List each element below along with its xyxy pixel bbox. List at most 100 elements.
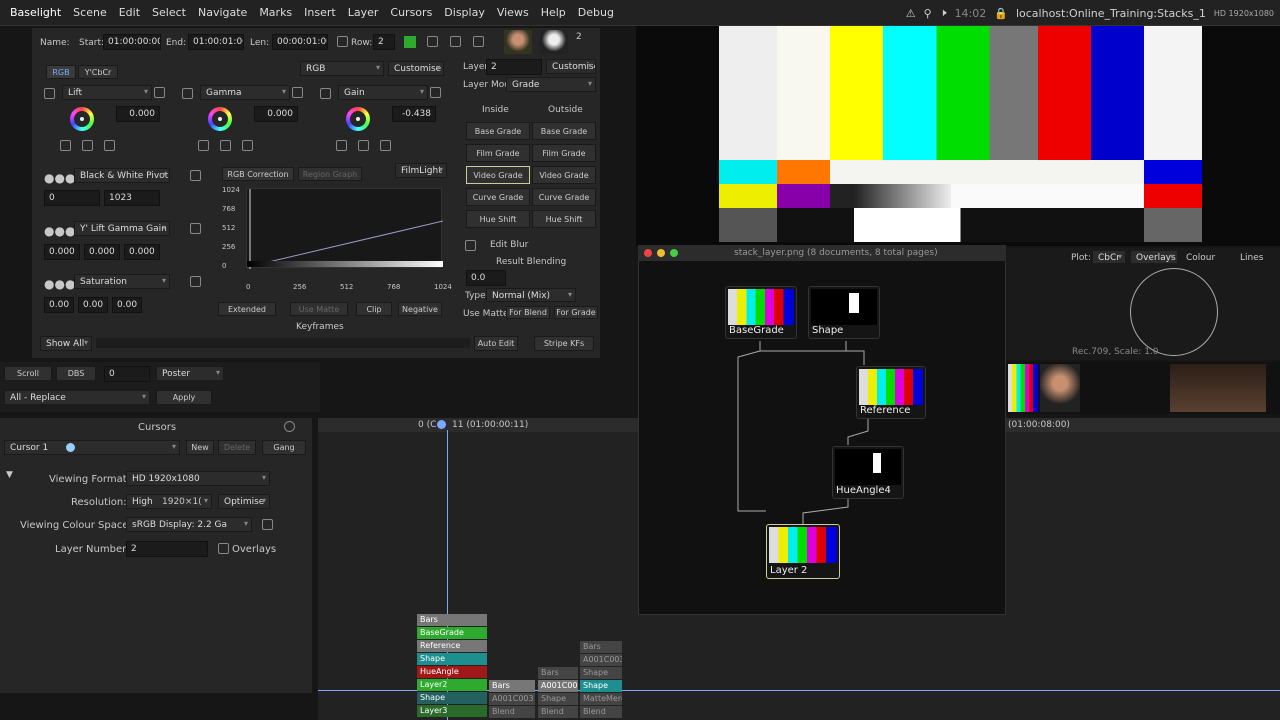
filmlight-dropdown[interactable]: FilmLight: [395, 163, 447, 178]
dbs-field[interactable]: 0: [104, 366, 150, 382]
menu-scene[interactable]: Scene: [67, 6, 113, 19]
gamma-colour-wheel[interactable]: [208, 107, 232, 131]
outside-hue-shift-button[interactable]: Hue Shift: [532, 210, 596, 228]
menu-help[interactable]: Help: [535, 6, 572, 19]
inside-curve-grade-button[interactable]: Curve Grade: [466, 188, 530, 206]
colour-bars-image[interactable]: [719, 26, 1202, 242]
start-field[interactable]: 01:00:00:00: [103, 34, 161, 50]
reset-icon[interactable]: [190, 170, 201, 181]
saturation-dropdown[interactable]: Saturation: [74, 274, 170, 289]
scene-thumbnail[interactable]: [1170, 364, 1266, 412]
row-field[interactable]: 2: [373, 34, 395, 50]
customise-dropdown[interactable]: Customise: [388, 61, 444, 76]
dots-icon[interactable]: ●●●: [44, 277, 75, 291]
track-a001c003[interactable]: A001C003: [580, 654, 622, 666]
layer-number-field[interactable]: 2: [126, 541, 208, 557]
blend-value-field[interactable]: 0.0: [466, 270, 506, 286]
node-reference[interactable]: Reference: [856, 366, 926, 419]
sat-field-1[interactable]: 0.00: [44, 297, 74, 313]
end-field[interactable]: 01:00:01:00: [188, 34, 244, 50]
node-hueangle4[interactable]: HueAngle4: [832, 446, 904, 499]
search-icon[interactable]: ⚲: [924, 7, 932, 20]
bw-pivot-dropdown[interactable]: Black & White Pivot: [74, 168, 170, 183]
track-blend[interactable]: Blend: [538, 706, 578, 718]
inside-base-grade-button[interactable]: Base Grade: [466, 122, 530, 140]
cursor-dropdown[interactable]: Cursor 1: [4, 440, 180, 455]
tab-rgb-correction[interactable]: RGB Correction: [222, 167, 294, 181]
menu-navigate[interactable]: Navigate: [192, 6, 253, 19]
gain-dropdown[interactable]: Gain: [338, 85, 428, 100]
menu-edit[interactable]: Edit: [113, 6, 146, 19]
overlays-checkbox[interactable]: [218, 543, 229, 554]
playhead-icon[interactable]: [437, 420, 446, 429]
layer-field[interactable]: 2: [486, 59, 542, 75]
node-basegrade[interactable]: BaseGrade: [725, 286, 797, 339]
track-a001c003[interactable]: A001C003: [538, 680, 578, 692]
gain-tool-icon[interactable]: [358, 140, 369, 151]
dbs-button[interactable]: DBS: [56, 366, 96, 381]
menu-display[interactable]: Display: [438, 6, 491, 19]
sat-field-2[interactable]: 0.00: [78, 297, 108, 313]
len-field[interactable]: 00:00:01:00: [272, 34, 328, 50]
lgg-field-2[interactable]: 0.000: [84, 244, 120, 260]
lgg-field-3[interactable]: 0.000: [124, 244, 160, 260]
node-shape[interactable]: Shape: [808, 286, 880, 339]
track-bars[interactable]: Bars: [580, 641, 622, 653]
face-thumbnail[interactable]: [504, 30, 532, 54]
extended-button[interactable]: Extended: [218, 302, 276, 316]
track-bars[interactable]: Bars: [489, 680, 535, 692]
blur-icon[interactable]: [465, 240, 476, 251]
keyframe-track[interactable]: [96, 338, 470, 348]
volume-icon[interactable]: 🕨: [940, 6, 947, 20]
tool-icon[interactable]: [427, 36, 438, 47]
gain-tool-icon[interactable]: [336, 140, 347, 151]
minimize-icon[interactable]: [657, 249, 665, 257]
tab-region-graph[interactable]: Region Graph: [298, 167, 362, 181]
tool-icon[interactable]: [450, 36, 461, 47]
layer-mode-dropdown[interactable]: Grade: [506, 77, 596, 92]
track-mattemerg[interactable]: MatteMerg: [580, 693, 622, 705]
row-lock-icon[interactable]: [337, 36, 348, 47]
track-blend[interactable]: Blend: [580, 706, 622, 718]
track-layer2[interactable]: Layer2: [417, 679, 487, 691]
auto-edit-button[interactable]: Auto Edit: [474, 336, 518, 351]
gamma-tool-icon[interactable]: [220, 140, 231, 151]
close-icon[interactable]: [644, 249, 652, 257]
delete-button[interactable]: Delete: [218, 440, 256, 455]
lift-tool-icon[interactable]: [60, 140, 71, 151]
show-all-dropdown[interactable]: Show All: [40, 336, 92, 351]
track-shape[interactable]: Shape: [538, 693, 578, 705]
bars-thumbnail[interactable]: [1008, 364, 1038, 412]
gamma-tool-icon[interactable]: [242, 140, 253, 151]
outside-film-grade-button[interactable]: Film Grade: [532, 144, 596, 162]
apply-button[interactable]: Apply: [156, 390, 212, 405]
track-blend[interactable]: Blend: [489, 706, 535, 718]
curve-graph[interactable]: [246, 188, 444, 269]
lift-tool-icon[interactable]: [104, 140, 115, 151]
track-hueangle[interactable]: HueAngle: [417, 666, 487, 678]
wheel-toggle-icon[interactable]: [182, 88, 193, 99]
lgg-dropdown[interactable]: Y' Lift Gamma Gain: [74, 221, 170, 236]
new-button[interactable]: New: [186, 440, 214, 455]
inside-video-grade-button[interactable]: Video Grade: [466, 166, 530, 184]
track-shape[interactable]: Shape: [580, 680, 622, 692]
reset-icon[interactable]: [292, 87, 303, 98]
layer-customise-dropdown[interactable]: Customise: [546, 59, 596, 74]
stripe-kfs-button[interactable]: Stripe KFs: [534, 336, 594, 351]
reset-icon[interactable]: [430, 87, 441, 98]
optimise-dropdown[interactable]: Optimise: [218, 494, 270, 509]
gamma-dropdown[interactable]: Gamma: [200, 85, 290, 100]
poster-dropdown[interactable]: Poster: [156, 366, 224, 381]
for-blend-button[interactable]: For Blend: [506, 306, 550, 319]
lift-colour-wheel[interactable]: [70, 107, 94, 131]
replace-dropdown[interactable]: All - Replace: [4, 390, 150, 405]
track-bars[interactable]: Bars: [417, 614, 487, 626]
track-reference[interactable]: Reference: [417, 640, 487, 652]
menu-select[interactable]: Select: [146, 6, 192, 19]
track-bars[interactable]: Bars: [538, 667, 578, 679]
track-shape[interactable]: Shape: [580, 667, 622, 679]
lift-dropdown[interactable]: Lift: [62, 85, 152, 100]
colour-space-dropdown[interactable]: sRGB Display: 2.2 Ga: [126, 517, 252, 532]
scroll-button[interactable]: Scroll: [4, 366, 52, 381]
gamma-tool-icon[interactable]: [198, 140, 209, 151]
